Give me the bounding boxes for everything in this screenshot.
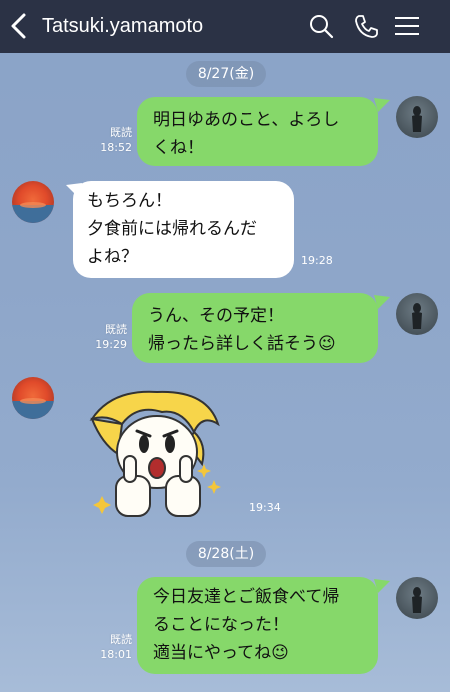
message-meta: 既読 19:29 (85, 322, 127, 352)
timestamp: 19:29 (95, 338, 127, 351)
sunset-avatar-icon (12, 202, 54, 223)
date-separator: 8/27(金) (186, 61, 266, 87)
message-meta: 既読 18:52 (90, 125, 132, 155)
sticker[interactable] (82, 384, 232, 529)
avatar[interactable] (396, 96, 438, 138)
avatar[interactable] (12, 377, 54, 419)
chat-header: Tatsuki.yamamoto (0, 0, 450, 53)
search-icon[interactable] (306, 11, 336, 41)
message-text: 帰ったら詳しく話そう (148, 334, 318, 354)
message-line-with-emoji: 帰ったら詳しく話そう😉 (148, 329, 362, 359)
wink-emoji: 😉 (271, 643, 289, 663)
menu-icon[interactable] (392, 11, 422, 41)
timestamp: 19:28 (301, 254, 333, 267)
sunset-avatar-icon (12, 398, 54, 419)
read-receipt: 既読 (110, 633, 132, 646)
avatar[interactable] (396, 577, 438, 619)
person-silhouette-icon (412, 303, 422, 329)
person-silhouette-icon (412, 587, 422, 613)
chat-title: Tatsuki.yamamoto (42, 15, 204, 37)
person-silhouette-icon (412, 106, 422, 132)
message-line: よね？ (87, 247, 138, 267)
message-bubble-received[interactable]: もちろん！ 夕食前には帰れるんだ よね？ (73, 181, 294, 278)
wink-emoji: 😉 (318, 334, 336, 354)
back-arrow-icon[interactable] (8, 12, 30, 40)
timestamp: 19:34 (249, 501, 281, 514)
message-line: 明日ゆあのこと、よろし (153, 110, 340, 130)
message-line: ることになった！ (153, 615, 289, 635)
timestamp: 18:52 (100, 141, 132, 154)
message-line: 今日友達とご飯食べて帰 (153, 587, 340, 607)
read-receipt: 既読 (110, 126, 132, 139)
message-line: くね！ (153, 138, 204, 158)
message-line: うん、その予定！ (148, 306, 284, 326)
avatar[interactable] (12, 181, 54, 223)
timestamp: 18:01 (100, 648, 132, 661)
date-separator: 8/28(土) (186, 541, 266, 567)
message-text: 適当にやってね (153, 643, 272, 663)
message-bubble-sent[interactable]: 明日ゆあのこと、よろし くね！ (137, 97, 378, 166)
phone-icon[interactable] (351, 11, 381, 41)
message-line: 夕食前には帰れるんだ (87, 219, 257, 239)
read-receipt: 既読 (105, 323, 127, 336)
message-line: もちろん！ (87, 191, 172, 211)
message-bubble-sent[interactable]: 今日友達とご飯食べて帰 ることになった！ 適当にやってね😉 (137, 577, 378, 674)
message-line-with-emoji: 適当にやってね😉 (153, 639, 362, 667)
avatar[interactable] (396, 293, 438, 335)
message-meta: 既読 18:01 (90, 632, 132, 662)
message-bubble-sent[interactable]: うん、その予定！ 帰ったら詳しく話そう😉 (132, 293, 378, 363)
